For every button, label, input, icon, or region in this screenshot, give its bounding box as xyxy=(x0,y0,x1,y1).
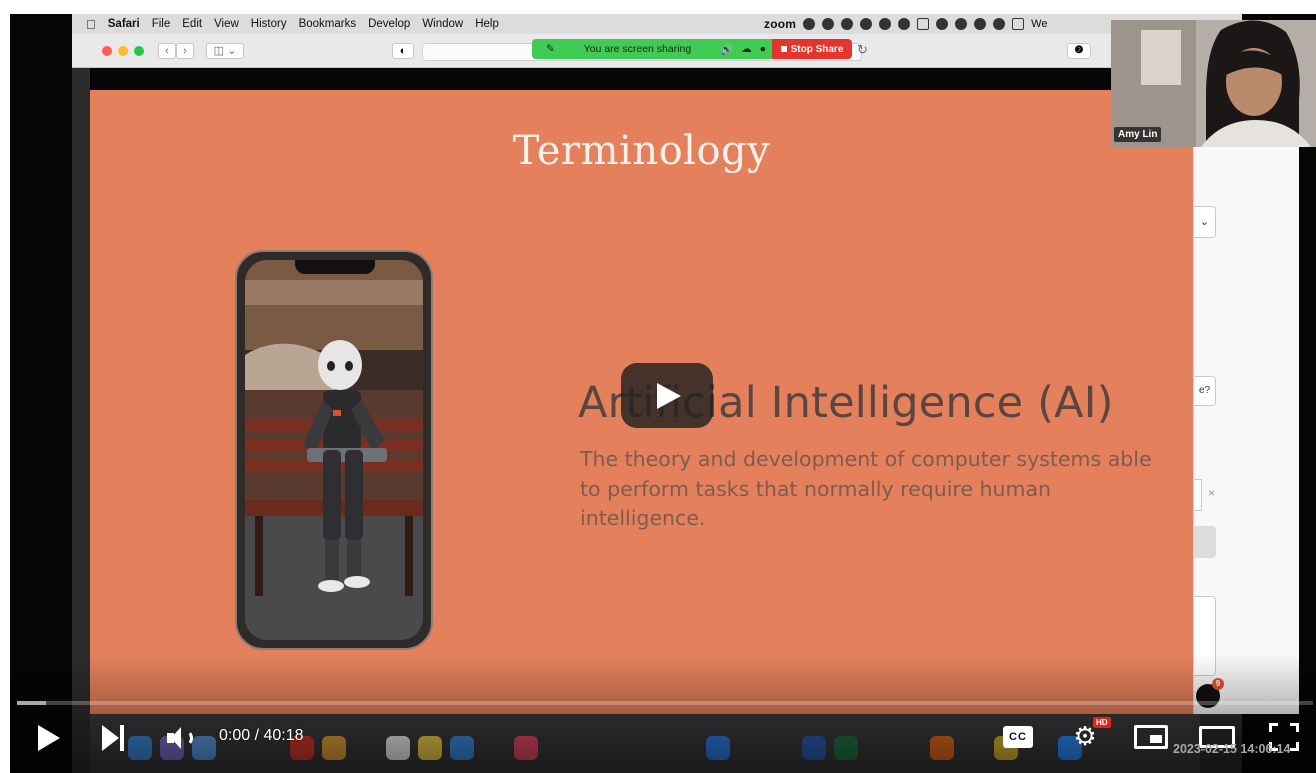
download-icon: ❷ xyxy=(1067,43,1091,59)
forward-chevron-icon: › xyxy=(176,43,194,59)
miniplayer-button[interactable] xyxy=(1134,725,1168,749)
mac-menubar:  Safari File Edit View History Bookmark… xyxy=(72,14,1242,34)
battery-status-icon xyxy=(1012,18,1025,30)
panel-question-field: e? xyxy=(1194,376,1216,406)
time-display: 0:00 / 40:18 xyxy=(219,727,304,744)
robot-photo xyxy=(245,260,423,640)
fullscreen-corner xyxy=(1290,723,1299,732)
subtitles-button[interactable]: CC xyxy=(1003,726,1033,748)
menu-bookmarks: Bookmarks xyxy=(288,18,357,30)
panel-select-chevron-icon: ⌄ xyxy=(1194,206,1216,238)
menu-file: File xyxy=(141,18,171,30)
play-icon xyxy=(657,383,681,409)
zoom-status-icon xyxy=(803,18,816,30)
menu-window: Window xyxy=(412,18,463,30)
reload-icon: ↻ xyxy=(857,42,868,57)
menu-history: History xyxy=(241,18,287,30)
screen-sharing-status: ✎ You are screen sharing 🔊 ☁ ● xyxy=(532,39,772,59)
browser-side-panel: ⌄ e? × 9 xyxy=(1193,144,1299,714)
video-player[interactable]:  Safari File Edit View History Bookmark… xyxy=(10,14,1316,773)
big-play-button[interactable] xyxy=(621,363,713,428)
panel-close-icon: × xyxy=(1208,486,1216,500)
zoom-share-banner: ✎ You are screen sharing 🔊 ☁ ● Stop Shar… xyxy=(532,39,852,59)
zoom-webcam-thumbnail: Amy Lin xyxy=(1111,20,1316,147)
bluetooth-status-icon xyxy=(955,18,968,30)
time-machine-status-icon xyxy=(936,18,949,30)
app-status-icon xyxy=(841,18,854,30)
menu-edit: Edit xyxy=(172,18,202,30)
cloud-icon: ☁ xyxy=(741,43,752,55)
airplay-status-icon xyxy=(917,18,930,30)
screen-sharing-text: You are screen sharing xyxy=(583,43,692,55)
close-window-icon xyxy=(102,46,112,56)
privacy-shield-icon: ◐ xyxy=(392,43,414,59)
controls-gradient xyxy=(10,654,1316,773)
audio-icon: 🔊 xyxy=(720,43,734,56)
safari-toolbar: ‹ › ◫ ⌄ ◐ ai-beautiful.ai ✎ You are scre… xyxy=(72,34,1242,68)
skip-next-icon xyxy=(102,725,119,751)
letterbox-top xyxy=(90,68,1200,90)
progress-buffered xyxy=(17,701,46,705)
progress-bar[interactable] xyxy=(17,701,1313,705)
sound-status-icon xyxy=(993,18,1006,30)
shield-check-icon: ● xyxy=(759,43,766,55)
menubar-clock: We xyxy=(1031,18,1048,30)
zoom-menubar-label: zoom xyxy=(764,17,797,31)
panel-input-field xyxy=(1194,479,1202,511)
stop-share-label: Stop Share xyxy=(790,43,844,55)
mute-button[interactable] xyxy=(167,724,199,752)
slide-description: The theory and development of computer s… xyxy=(580,447,1152,531)
sidebar-toggle-icon: ◫ ⌄ xyxy=(206,43,244,59)
slide-title: Terminology xyxy=(512,128,771,174)
next-button[interactable] xyxy=(102,725,126,751)
gear-status-icon xyxy=(822,18,835,30)
hd-badge: HD xyxy=(1093,717,1111,728)
phone-notch xyxy=(295,260,375,274)
back-chevron-icon: ‹ xyxy=(158,43,176,59)
menu-view: View xyxy=(204,18,239,30)
fullscreen-corner xyxy=(1290,742,1299,751)
robot-illustration xyxy=(245,260,423,640)
stop-icon xyxy=(780,46,787,52)
globe-status-icon xyxy=(898,18,911,30)
menu-help: Help xyxy=(465,18,499,30)
panel-gray-button xyxy=(1194,526,1216,558)
apple-logo-icon:  xyxy=(72,17,102,32)
phone-image xyxy=(235,250,433,650)
menu-app-name: Safari xyxy=(98,18,140,30)
recording-timestamp: 2023-02-15 14:06:14 xyxy=(1173,742,1291,756)
play-button[interactable] xyxy=(38,725,60,751)
pencil-icon: ✎ xyxy=(546,43,555,55)
miniplayer-icon xyxy=(1150,735,1162,743)
menubar-status-icons: zoom We xyxy=(764,17,1047,31)
menu-develop: Develop xyxy=(358,18,410,30)
user-status-icon xyxy=(860,18,873,30)
skip-next-bar xyxy=(120,725,124,751)
fullscreen-icon xyxy=(1269,723,1278,732)
sync-status-icon xyxy=(879,18,892,30)
minimize-window-icon xyxy=(118,46,128,56)
participant-name-label: Amy Lin xyxy=(1114,127,1162,142)
stop-share-button: Stop Share xyxy=(772,39,852,59)
wifi-status-icon xyxy=(974,18,987,30)
zoom-window-icon xyxy=(134,46,144,56)
volume-wave xyxy=(179,730,193,746)
